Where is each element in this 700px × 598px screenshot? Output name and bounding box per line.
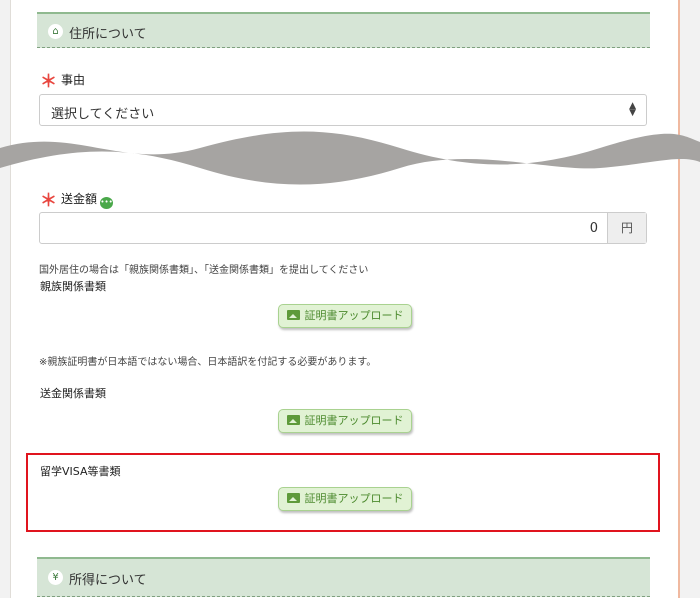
upload-button-visa[interactable]: 証明書アップロード [278,487,412,511]
section-title: 所得について [69,573,147,588]
reason-select[interactable]: 選択してください ▲ ▼ [39,94,647,126]
upload-button-label: 証明書アップロード [304,492,404,505]
section-header-address: ⌂ 住所について [37,12,650,48]
upload-button-remittance[interactable]: 証明書アップロード [278,409,412,433]
required-marker: ＊ [40,72,57,92]
amount-value: 0 [589,221,598,236]
overseas-note: 国外居住の場合は「親族関係書類」、「送金関係書類」を提出してください [39,265,369,276]
reason-select-value: 選択してください [51,107,155,122]
image-icon [286,415,300,425]
required-marker: ＊ [40,191,57,211]
translation-note: ※親族証明書が日本語ではない場合、日本語訳を付記する必要があります。 [39,357,377,368]
doc-label-relatives: 親族関係書類 [40,280,106,293]
comment-icon[interactable]: ••• [100,197,114,209]
home-icon: ⌂ [48,24,63,39]
section-title: 住所について [69,27,147,42]
doc-label-visa: 留学VISA等書類 [40,465,121,478]
currency-unit: 円 [607,213,646,243]
image-icon [286,493,300,503]
reason-label-text: 事由 [61,73,86,87]
remittance-label-text: 送金額 [61,192,98,206]
reason-label: ＊ 事由 [40,67,85,92]
yen-icon: ¥ [48,570,63,585]
wave-separator [0,131,700,185]
upload-button-label: 証明書アップロード [304,414,404,427]
doc-label-remittance: 送金関係書類 [40,387,106,400]
remittance-label: ＊ 送金額 ••• [40,186,114,211]
select-caret-icon: ▲ ▼ [629,101,636,118]
upload-button-label: 証明書アップロード [304,309,404,322]
remittance-amount-input[interactable]: 0 円 [39,212,647,244]
section-header-income: ¥ 所得について [37,557,650,597]
upload-button-relatives[interactable]: 証明書アップロード [278,304,412,328]
image-icon [286,310,300,320]
